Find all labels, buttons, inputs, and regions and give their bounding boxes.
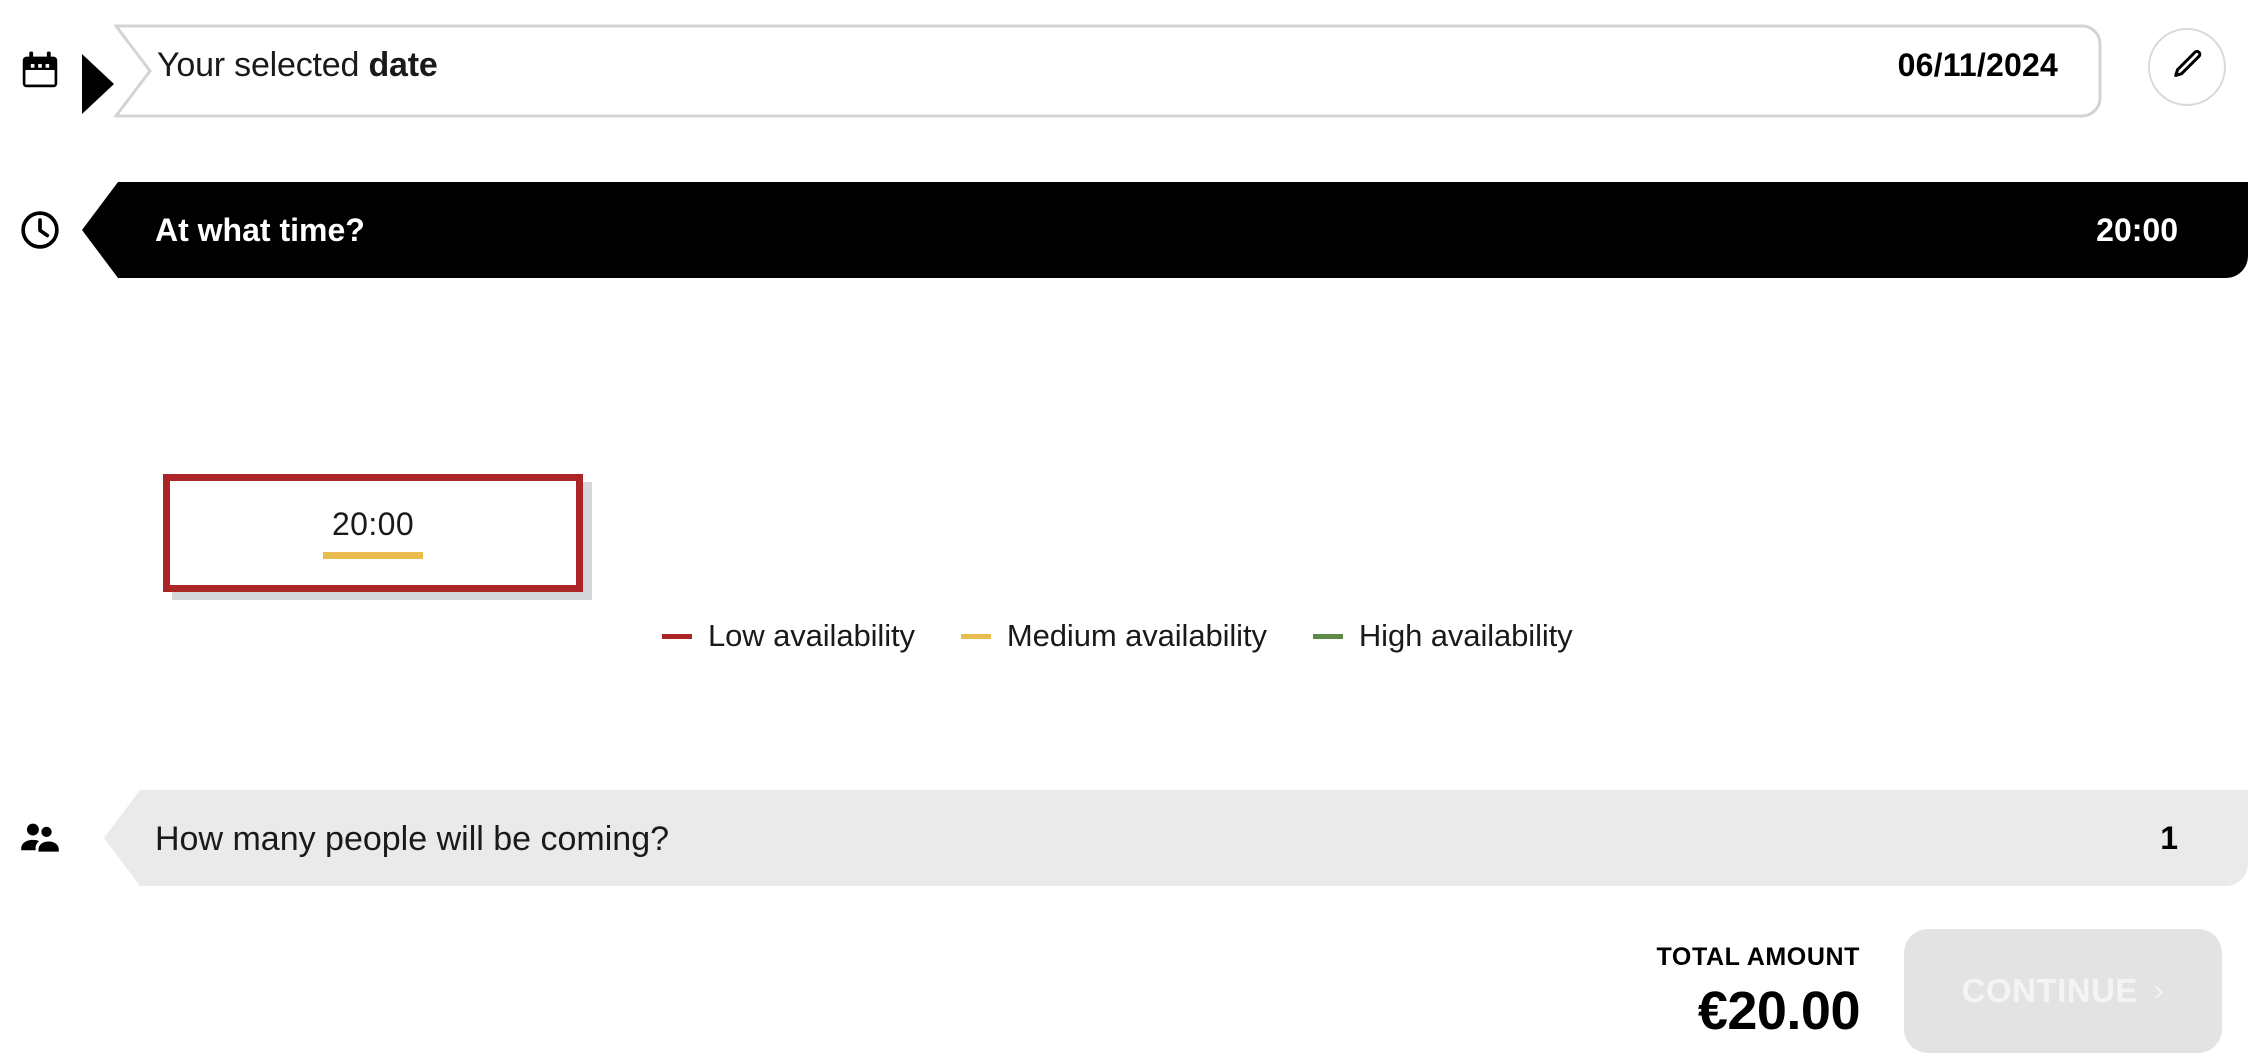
legend-label-low: Low availability — [708, 618, 915, 653]
time-selected-value: 20:00 — [2096, 212, 2178, 248]
selected-date-label-strong: date — [368, 46, 438, 84]
calendar-icon — [12, 42, 68, 98]
selected-date-value: 06/11/2024 — [1897, 47, 2058, 83]
availability-legend: Low availability Medium availability Hig… — [662, 618, 1573, 654]
continue-button[interactable]: CONTINUE › — [1904, 929, 2222, 1053]
legend-item-medium: Medium availability — [960, 618, 1267, 654]
legend-label-medium: Medium availability — [1006, 618, 1267, 653]
legend-item-low: Low availability — [662, 618, 915, 654]
total-amount-value: €20.00 — [1697, 980, 1861, 1041]
clock-icon — [12, 202, 68, 258]
total-amount-label: TOTAL AMOUNT — [1656, 942, 1860, 971]
time-slot-2000[interactable]: 20:00 — [163, 474, 583, 592]
legend-label-high: High availability — [1358, 618, 1573, 653]
people-count-value: 1 — [2160, 820, 2178, 856]
time-slot-availability-bar — [323, 551, 423, 559]
people-question-label: How many people will be coming? — [155, 820, 670, 858]
legend-item-high: High availability — [1312, 618, 1573, 654]
selected-date-label-prefix: Your selected — [157, 46, 369, 84]
booking-widget: Your selected date 06/11/2024 At what ti… — [0, 0, 2248, 1062]
date-pointer-caret — [82, 54, 114, 114]
footer: TOTAL AMOUNT €20.00 CONTINUE › — [0, 920, 2248, 1062]
legend-dash-medium-icon — [960, 633, 991, 639]
people-icon — [12, 810, 68, 866]
selected-date-label: Your selected date — [157, 46, 438, 85]
time-slot-label: 20:00 — [331, 505, 415, 542]
time-bar — [82, 182, 2248, 278]
legend-dash-low-icon — [662, 633, 692, 639]
legend-dash-high-icon — [1312, 633, 1343, 639]
continue-button-label: CONTINUE — [1961, 972, 2138, 1009]
time-question-label: At what time? — [155, 212, 365, 248]
pencil-icon — [2169, 47, 2205, 88]
total-amount-block: TOTAL AMOUNT €20.00 — [1656, 942, 1861, 1041]
edit-date-button[interactable] — [2148, 28, 2226, 106]
chevron-right-icon: › — [2153, 974, 2165, 1007]
